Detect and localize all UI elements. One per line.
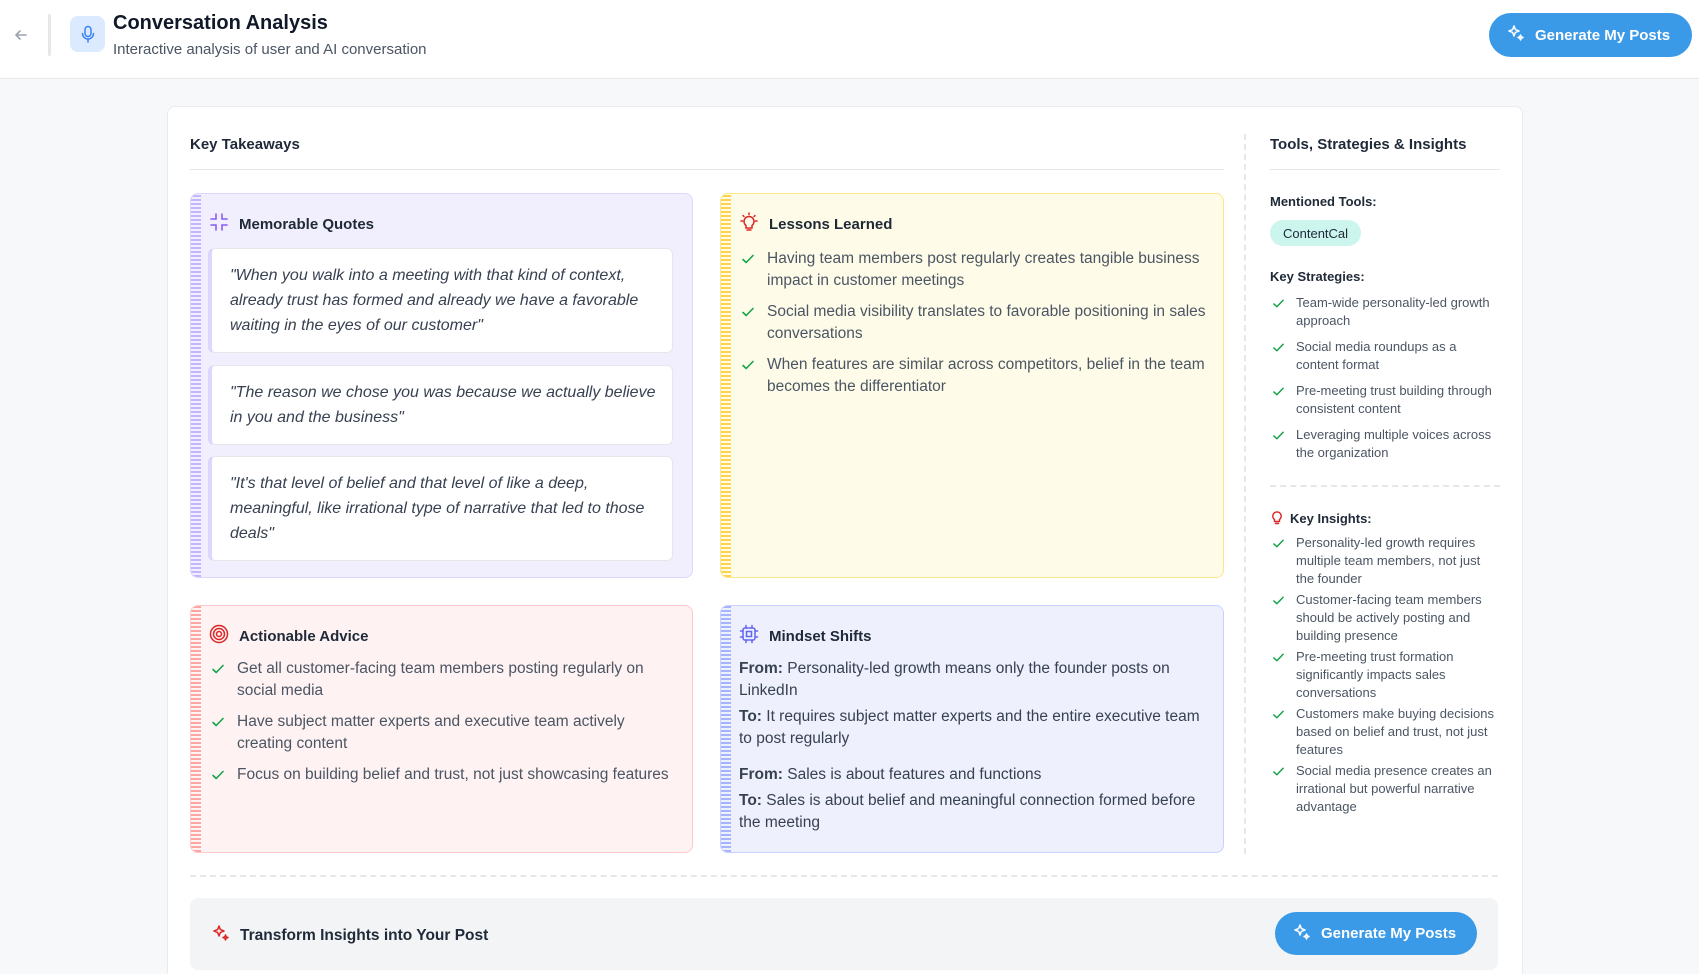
check-icon — [211, 767, 225, 789]
check-icon — [1272, 594, 1285, 612]
key-strategies-label: Key Strategies: — [1270, 269, 1365, 284]
microphone-icon — [70, 16, 105, 52]
tool-chip: ContentCal — [1270, 220, 1362, 246]
lessons-learned-panel: Lessons Learned Having team members post… — [720, 193, 1224, 578]
list-item: Customers make buying decisions based on… — [1270, 705, 1500, 759]
list-item: Pre-meeting trust formation significantl… — [1270, 648, 1500, 702]
list-item: Get all customer-facing team members pos… — [211, 658, 681, 702]
memorable-quotes-title: Memorable Quotes — [239, 215, 375, 233]
check-icon — [1272, 429, 1285, 447]
generate-posts-bottom-button[interactable]: Generate My Posts — [1275, 912, 1477, 955]
list-item: Leveraging multiple voices across the or… — [1270, 426, 1500, 462]
mindset-to: To: Sales is about belief and meaningful… — [739, 792, 1196, 831]
sidebar-title: Tools, Strategies & Insights — [1270, 136, 1467, 153]
list-item: Team-wide personality-led growth approac… — [1270, 294, 1500, 330]
check-icon — [1272, 385, 1285, 403]
memorable-quotes-panel: Memorable Quotes "When you walk into a m… — [190, 193, 693, 578]
lessons-learned-title: Lessons Learned — [769, 215, 893, 233]
check-icon — [741, 357, 755, 379]
sidebar-divider — [1244, 134, 1246, 854]
lessons-list: Having team members post regularly creat… — [741, 248, 1211, 407]
list-item: Social media roundups as a content forma… — [1270, 338, 1500, 374]
list-item: Social media presence creates an irratio… — [1270, 762, 1500, 816]
mentioned-tools-label: Mentioned Tools: — [1270, 194, 1377, 209]
mindset-to: To: It requires subject matter experts a… — [739, 708, 1200, 747]
transform-label: Transform Insights into Your Post — [212, 924, 488, 947]
advice-list: Get all customer-facing team members pos… — [211, 658, 681, 795]
mindset-shifts-header: Mindset Shifts — [739, 624, 872, 648]
insights-list: Personality-led growth requires multiple… — [1270, 534, 1500, 816]
check-icon — [211, 661, 225, 683]
actionable-advice-panel: Actionable Advice Get all customer-facin… — [190, 605, 693, 853]
list-item: Personality-led growth requires multiple… — [1270, 534, 1500, 588]
actionable-advice-header: Actionable Advice — [209, 624, 368, 648]
check-icon — [1272, 297, 1285, 315]
section-divider — [190, 169, 1224, 170]
mindset-shifts-panel: Mindset Shifts From: Personality-led gro… — [720, 605, 1224, 853]
lightbulb-icon — [1270, 509, 1284, 528]
sidebar-dashed-divider — [1270, 485, 1500, 487]
header-divider — [48, 14, 51, 56]
quote-card: "It's that level of belief and that leve… — [208, 456, 673, 561]
check-icon — [1272, 341, 1285, 359]
quote-card: "The reason we chose you was because we … — [208, 365, 673, 445]
check-icon — [1272, 708, 1285, 726]
mindset-shifts-title: Mindset Shifts — [769, 627, 872, 645]
list-item: When features are similar across competi… — [741, 354, 1211, 398]
strategies-list: Team-wide personality-led growth approac… — [1270, 294, 1500, 462]
check-icon — [211, 714, 225, 736]
quote-card: "When you walk into a meeting with that … — [208, 248, 673, 353]
key-insights-label-row: Key Insights: — [1270, 509, 1372, 528]
check-icon — [1272, 537, 1285, 555]
sparkles-icon — [1293, 923, 1311, 945]
actionable-advice-title: Actionable Advice — [239, 627, 369, 645]
list-item: Focus on building belief and trust, not … — [211, 764, 681, 786]
lightbulb-icon — [739, 212, 759, 236]
bottom-dashed-divider — [190, 875, 1498, 877]
sparkles-icon — [1507, 24, 1525, 46]
target-icon — [209, 624, 229, 648]
list-item: Customer-facing team members should be a… — [1270, 591, 1500, 645]
key-takeaways-title: Key Takeaways — [190, 136, 300, 153]
list-item: Having team members post regularly creat… — [741, 248, 1211, 292]
check-icon — [1272, 651, 1285, 669]
list-item: Have subject matter experts and executiv… — [211, 711, 681, 755]
mindset-from: From: Sales is about features and functi… — [739, 766, 1042, 783]
sidebar-rule — [1270, 169, 1500, 170]
generate-posts-bottom-label: Generate My Posts — [1321, 925, 1457, 942]
lessons-learned-header: Lessons Learned — [739, 212, 892, 236]
page-title: Conversation Analysis — [113, 12, 328, 34]
back-arrow-icon[interactable] — [10, 24, 32, 46]
cpu-icon — [739, 624, 759, 648]
app-header: Conversation Analysis Interactive analys… — [0, 0, 1699, 79]
check-icon — [1272, 765, 1285, 783]
sparkles-icon — [212, 924, 230, 947]
generate-posts-label: Generate My Posts — [1535, 26, 1671, 44]
generate-posts-button[interactable]: Generate My Posts — [1489, 13, 1692, 57]
list-item: Pre-meeting trust building through consi… — [1270, 382, 1500, 418]
list-item: Social media visibility translates to fa… — [741, 301, 1211, 345]
page-subtitle: Interactive analysis of user and AI conv… — [113, 41, 427, 58]
mindset-from: From: Personality-led growth means only … — [739, 660, 1170, 699]
shrink-icon — [209, 212, 229, 236]
check-icon — [741, 304, 755, 326]
check-icon — [741, 251, 755, 273]
memorable-quotes-header: Memorable Quotes — [209, 212, 374, 236]
